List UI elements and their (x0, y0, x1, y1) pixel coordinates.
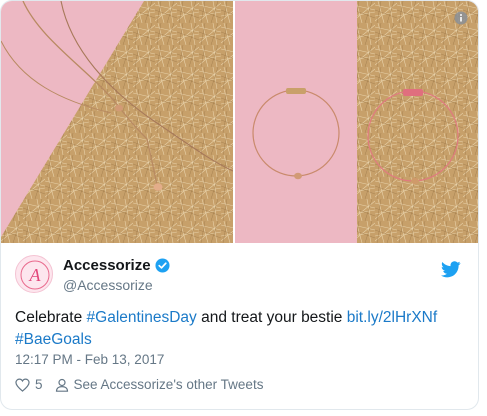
pink-bracelet-clasp (403, 89, 423, 96)
tweet-timestamp[interactable]: 12:17 PM - Feb 13, 2017 (15, 352, 164, 367)
tweet-actions: 5 See Accessorize's other Tweets (15, 377, 263, 392)
pink-bracelet-charm (411, 177, 419, 185)
rose-bracelet-clasp (286, 88, 306, 94)
info-icon[interactable] (454, 11, 468, 25)
other-tweets-link[interactable]: See Accessorize's other Tweets (74, 377, 264, 392)
tweet-author[interactable]: A Accessorize @Accessorize (15, 255, 465, 295)
svg-text:A: A (29, 265, 42, 285)
left-photo-heart-charm (115, 104, 123, 112)
tweet-photos[interactable] (1, 1, 478, 243)
twitter-bird-icon[interactable] (441, 261, 461, 278)
like-count[interactable]: 5 (35, 377, 43, 392)
tweet-link[interactable]: bit.ly/2lHrXNf (347, 309, 437, 326)
tweet-card[interactable]: A Accessorize @Accessorize Celebrate #Ga… (0, 0, 479, 410)
avatar[interactable]: A (15, 255, 53, 293)
heart-icon[interactable] (15, 378, 30, 392)
right-photo-gold-texture (357, 1, 478, 243)
left-photo-heart-charm-2 (153, 183, 163, 191)
accessorize-logo-icon: A (20, 260, 50, 290)
rose-bracelet-charm (294, 172, 302, 180)
author-handle[interactable]: @Accessorize (63, 277, 153, 293)
tweet-text-part: Celebrate (15, 309, 87, 326)
tweet-media[interactable] (1, 1, 478, 243)
hashtag-galentinesday[interactable]: #GalentinesDay (87, 309, 197, 326)
tweet-text: Celebrate #GalentinesDay and treat your … (15, 307, 465, 351)
photo-divider (233, 1, 235, 243)
hashtag-baegoals[interactable]: #BaeGoals (15, 331, 92, 348)
person-icon[interactable] (55, 378, 69, 392)
author-name[interactable]: Accessorize (63, 257, 151, 274)
tweet-text-part: and treat your bestie (196, 309, 347, 326)
verified-badge-icon (155, 258, 170, 273)
